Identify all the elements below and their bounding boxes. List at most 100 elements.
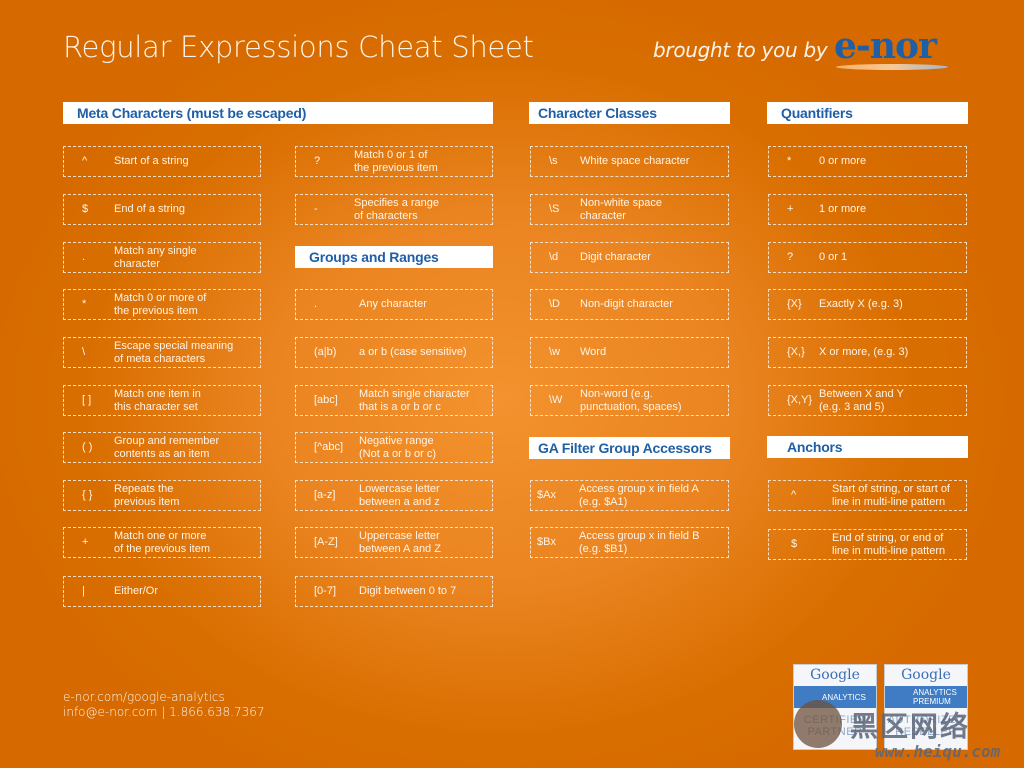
badge-brand: Google bbox=[901, 667, 951, 683]
item-description: 1 or more bbox=[819, 203, 867, 215]
quantifiers-item: ? 0 or 1 bbox=[768, 242, 967, 273]
header-anchors: Anchors bbox=[767, 436, 968, 458]
item-symbol: ? bbox=[314, 155, 321, 167]
item-description: Repeats the previous item bbox=[114, 482, 180, 508]
item-symbol: + bbox=[82, 536, 89, 548]
classes-item: \S Non-white space character bbox=[530, 194, 729, 225]
item-description: Either/Or bbox=[114, 585, 159, 597]
item-description: Negative range (Not a or b or c) bbox=[359, 434, 437, 460]
header-ga-filter: GA Filter Group Accessors bbox=[529, 437, 730, 459]
item-symbol: | bbox=[82, 585, 85, 597]
item-description: Between X and Y (e.g. 3 and 5) bbox=[819, 387, 904, 413]
item-description: Access group x in field A (e.g. $A1) bbox=[579, 482, 699, 508]
item-description: Match one item in this character set bbox=[114, 387, 201, 413]
item-symbol: * bbox=[787, 155, 792, 167]
item-description: Exactly X (e.g. 3) bbox=[819, 298, 903, 310]
item-symbol: $Ax bbox=[537, 489, 556, 501]
item-symbol: ^ bbox=[82, 155, 88, 167]
groups-item: [A-Z] Uppercase letter between A and Z bbox=[295, 527, 493, 558]
item-description: Non-digit character bbox=[580, 298, 673, 310]
item-symbol: - bbox=[314, 203, 318, 215]
item-symbol: [^abc] bbox=[314, 441, 344, 453]
item-description: Specifies a range of characters bbox=[354, 196, 439, 222]
item-description: Match one or more of the previous item bbox=[114, 529, 210, 555]
groups-item: [a-z] Lowercase letter between a and z bbox=[295, 480, 493, 511]
item-symbol: [ ] bbox=[82, 394, 92, 406]
item-description: a or b (case sensitive) bbox=[359, 346, 467, 358]
item-description: White space character bbox=[580, 155, 690, 167]
header-groups-ranges: Groups and Ranges bbox=[295, 246, 493, 268]
page-title: Regular Expressions Cheat Sheet bbox=[63, 30, 534, 64]
item-symbol: {X,Y} bbox=[787, 394, 813, 406]
brought-to-you-by: brought to you by bbox=[653, 38, 828, 62]
item-description: 0 or 1 bbox=[819, 251, 848, 263]
meta-item: [ ] Match one item in this character set bbox=[63, 385, 261, 416]
anchors-item: $ End of string, or end of line in multi-… bbox=[768, 529, 967, 560]
groups-item: [^abc] Negative range (Not a or b or c) bbox=[295, 432, 493, 463]
item-description: Match 0 or more of the previous item bbox=[114, 291, 207, 317]
meta-item: . Match any single character bbox=[63, 242, 261, 273]
item-symbol: \ bbox=[82, 346, 86, 358]
item-symbol: \w bbox=[549, 346, 560, 358]
classes-item: \d Digit character bbox=[530, 242, 729, 273]
item-symbol: [a-z] bbox=[314, 489, 336, 501]
classes-item: \D Non-digit character bbox=[530, 289, 729, 320]
meta-item: + Match one or more of the previous item bbox=[63, 527, 261, 558]
item-description: Uppercase letter between A and Z bbox=[359, 529, 441, 555]
item-description: Non-white space character bbox=[580, 196, 662, 222]
watermark-text: 黑区网络 bbox=[850, 711, 971, 742]
item-symbol: $ bbox=[82, 203, 89, 215]
item-symbol: [A-Z] bbox=[314, 536, 338, 548]
item-symbol: ? bbox=[787, 251, 794, 263]
item-description: Match 0 or 1 of the previous item bbox=[354, 148, 438, 174]
meta-item: - Specifies a range of characters bbox=[295, 194, 493, 225]
groups-item: [0-7] Digit between 0 to 7 bbox=[295, 576, 493, 607]
item-symbol: \S bbox=[549, 203, 560, 215]
meta-item: ? Match 0 or 1 of the previous item bbox=[295, 146, 493, 177]
quantifiers-item: +1 or more bbox=[768, 194, 967, 225]
item-symbol: . bbox=[314, 298, 318, 310]
item-symbol: [0-7] bbox=[314, 585, 337, 597]
meta-item: | Either/Or bbox=[63, 576, 261, 607]
logo-text: e-nor bbox=[834, 25, 937, 67]
item-description: Lowercase letter between a and z bbox=[359, 482, 440, 508]
item-symbol: + bbox=[787, 203, 794, 215]
item-symbol: {X} bbox=[787, 298, 802, 310]
quantifiers-item: {X} Exactly X (e.g. 3) bbox=[768, 289, 967, 320]
header-quantifiers: Quantifiers bbox=[767, 102, 968, 124]
groups-item: [abc] Match single character that is a or… bbox=[295, 385, 493, 416]
item-symbol: (a|b) bbox=[314, 346, 337, 358]
item-symbol: . bbox=[82, 251, 86, 263]
item-description: End of a string bbox=[114, 203, 185, 215]
meta-item: ^ Start of a string bbox=[63, 146, 261, 177]
item-symbol: $ bbox=[791, 538, 798, 550]
item-symbol: \D bbox=[549, 298, 560, 310]
footer-email-phone[interactable]: info@e-nor.com | 1.866.638.7367 bbox=[63, 705, 265, 720]
watermark-mushroom-icon bbox=[794, 700, 842, 748]
item-description: Start of string, or start of line in mul… bbox=[832, 482, 950, 508]
meta-item: { } Repeats the previous item bbox=[63, 480, 261, 511]
footer-url[interactable]: e-nor.com/google-analytics bbox=[63, 690, 265, 705]
item-description: Access group x in field B (e.g. $B1) bbox=[579, 529, 700, 555]
item-symbol: \W bbox=[549, 394, 563, 406]
quantifiers-item: {X,Y} Between X and Y (e.g. 3 and 5) bbox=[768, 385, 967, 416]
item-description: Start of a string bbox=[114, 155, 189, 167]
header-meta-characters: Meta Characters (must be escaped) bbox=[63, 102, 493, 124]
item-description: Match single character that is a or b or… bbox=[359, 387, 470, 413]
quantifiers-item: {X,} X or more, (e.g. 3) bbox=[768, 337, 967, 368]
anchors-item: ^ Start of string, or start of line in mu… bbox=[768, 480, 967, 511]
meta-item: * Match 0 or more of the previous item bbox=[63, 289, 261, 320]
item-symbol: {X,} bbox=[787, 346, 805, 358]
meta-item: ( ) Group and remember contents as an ite… bbox=[63, 432, 261, 463]
item-symbol: * bbox=[82, 298, 87, 310]
groups-item: . Any character bbox=[295, 289, 493, 320]
quantifiers-item: * 0 or more bbox=[768, 146, 967, 177]
logo-swoosh-icon bbox=[836, 64, 948, 70]
item-description: Match any single character bbox=[114, 244, 197, 270]
item-symbol: $Bx bbox=[537, 536, 556, 548]
enor-logo[interactable]: e-nor bbox=[834, 28, 952, 72]
classes-item: \W Non-word (e.g. punctuation, spaces) bbox=[530, 385, 729, 416]
ga-item: $Bx Access group x in field B (e.g. $B1) bbox=[530, 527, 729, 558]
item-description: Non-word (e.g. punctuation, spaces) bbox=[580, 387, 682, 413]
groups-item: (a|b) a or b (case sensitive) bbox=[295, 337, 493, 368]
